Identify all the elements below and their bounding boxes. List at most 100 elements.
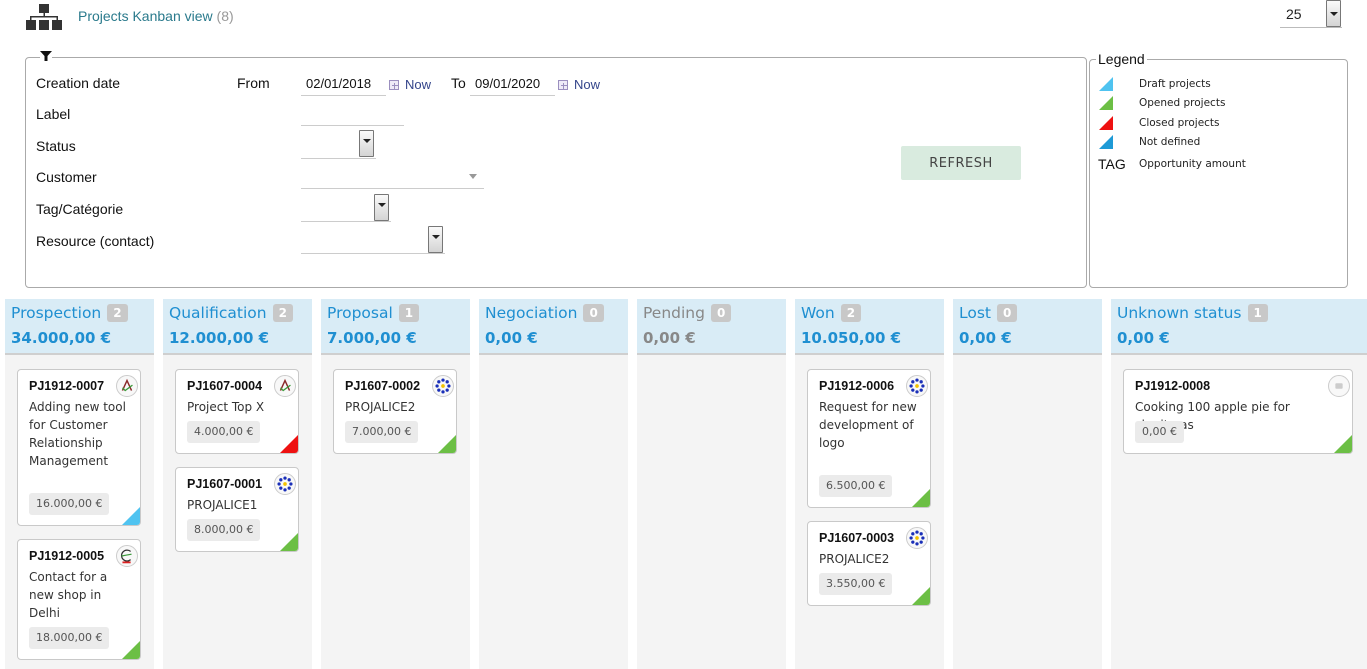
column-name: Proposal — [327, 304, 393, 322]
column-title: Qualification 2 — [169, 304, 293, 322]
project-card[interactable]: PJ1607-0004 Project Top X 4.000,00 € — [175, 369, 299, 454]
customer-logo-stars-icon — [432, 375, 454, 397]
to-date-value: 09/01/2020 — [475, 76, 541, 91]
column-name: Prospection — [11, 304, 102, 322]
column-header: Pending 0 0,00 € — [637, 299, 786, 355]
chevron-down-icon[interactable] — [469, 174, 477, 179]
column-header: Negociation 0 0,00 € — [479, 299, 628, 355]
column-total: 7.000,00 € — [327, 329, 417, 347]
status-corner-opened — [438, 435, 456, 453]
status-label: Status — [36, 138, 76, 154]
column-header: Qualification 2 12.000,00 € — [163, 299, 312, 355]
kanban-column-prospection: Prospection 2 34.000,00 € PJ1912-0007 Adding… — [5, 299, 154, 669]
project-label: Contact for a new shop in Delhi — [29, 570, 108, 620]
customer-logo-stars-icon — [906, 375, 928, 397]
resource-label: Resource (contact) — [36, 233, 155, 249]
column-title: Unknown status 1 — [1117, 304, 1268, 322]
status-corner-opened — [280, 533, 298, 551]
column-title: Won 2 — [801, 304, 862, 322]
project-ref-link[interactable]: PJ1607-0001 — [187, 477, 262, 491]
status-corner-opened — [1334, 435, 1352, 453]
project-card[interactable]: PJ1607-0002 PROJALICE2 7.000,00 € — [333, 369, 457, 454]
from-label: From — [237, 75, 270, 91]
column-total: 0,00 € — [959, 329, 1012, 347]
from-date-value: 02/01/2018 — [306, 76, 372, 91]
legend-triangle-icon — [1099, 135, 1113, 149]
legend-item-label: Not defined — [1139, 136, 1201, 148]
from-now-link[interactable]: Now — [405, 77, 431, 92]
resource-select[interactable] — [301, 226, 445, 254]
column-count-badge: 1 — [1247, 304, 1268, 322]
opportunity-amount-tag: 18.000,00 € — [29, 627, 110, 649]
project-ref-link[interactable]: PJ1912-0008 — [1135, 379, 1210, 393]
page-title-text: Projects Kanban view — [78, 8, 213, 24]
column-name: Qualification — [169, 304, 267, 322]
status-select[interactable] — [301, 130, 376, 159]
column-count-badge: 2 — [272, 304, 293, 322]
legend-item-label: Draft projects — [1139, 78, 1211, 90]
opportunity-amount-tag: 8.000,00 € — [187, 519, 261, 541]
column-count-badge: 0 — [710, 304, 732, 322]
kanban-column-pending: Pending 0 0,00 € — [637, 299, 786, 669]
column-count-badge: 2 — [840, 304, 862, 322]
column-title: Prospection 2 — [11, 304, 128, 322]
project-ref-link[interactable]: PJ1607-0004 — [187, 379, 262, 393]
project-label: Request for new development of logo — [819, 400, 917, 450]
customer-select[interactable] — [301, 169, 484, 189]
kanban-column-qualification: Qualification 2 12.000,00 € PJ1607-0004 Proj… — [163, 299, 312, 669]
opportunity-amount-tag: 4.000,00 € — [187, 421, 261, 443]
column-count-badge: 0 — [997, 304, 1018, 322]
chevron-down-icon[interactable] — [1326, 0, 1341, 27]
legend-tag-label: Opportunity amount — [1139, 158, 1246, 170]
calendar-icon[interactable] — [389, 80, 399, 90]
project-label: PROJALICE1 — [187, 498, 258, 512]
column-header: Proposal 1 7.000,00 € — [321, 299, 470, 355]
column-name: Negociation — [485, 304, 578, 322]
legend-title: Legend — [1096, 51, 1147, 67]
column-total: 0,00 € — [485, 329, 538, 347]
customer-logo-e-icon — [116, 545, 138, 567]
chevron-down-icon[interactable] — [359, 130, 374, 157]
project-card[interactable]: PJ1607-0003 PROJALICE2 3.550,00 € — [807, 521, 931, 606]
customer-logo-stars-icon — [274, 473, 296, 495]
kanban-column-lost: Lost 0 0,00 € — [953, 299, 1102, 669]
project-card[interactable]: PJ1912-0005 Contact for a new shop in Del… — [17, 539, 141, 660]
page-size-select[interactable]: 25 — [1280, 0, 1342, 28]
column-name: Pending — [643, 304, 705, 322]
project-label: PROJALICE2 — [819, 552, 890, 566]
from-date-input[interactable]: 02/01/2018 — [301, 76, 386, 96]
label-label: Label — [36, 106, 71, 122]
project-ref-link[interactable]: PJ1912-0006 — [819, 379, 894, 393]
chevron-down-icon[interactable] — [374, 194, 389, 221]
customer-logo-a-icon — [274, 375, 296, 397]
label-input[interactable] — [301, 106, 404, 126]
page-title: Projects Kanban view (8) — [78, 8, 234, 24]
project-ref-link[interactable]: PJ1607-0003 — [819, 531, 894, 545]
project-card[interactable]: PJ1912-0007 Adding new tool for Customer … — [17, 369, 141, 526]
to-date-input[interactable]: 09/01/2020 — [470, 76, 555, 96]
column-name: Lost — [959, 304, 991, 322]
legend-item-label: Closed projects — [1139, 117, 1220, 129]
project-card[interactable]: PJ1912-0008Cooking 100 apple pie for chr… — [1123, 369, 1353, 454]
kanban-column-unknown-status: Unknown status 1 0,00 € PJ1912-0008 Cooking … — [1111, 299, 1367, 669]
status-corner-draft — [122, 507, 140, 525]
project-card[interactable]: PJ1607-0001 PROJALICE1 8.000,00 € — [175, 467, 299, 552]
project-ref-link[interactable]: PJ1912-0005 — [29, 549, 104, 563]
customer-logo-a-icon — [116, 375, 138, 397]
refresh-button[interactable]: REFRESH — [901, 146, 1021, 180]
column-header: Prospection 2 34.000,00 € — [5, 299, 154, 355]
column-total: 12.000,00 € — [169, 329, 270, 347]
tag-select[interactable] — [301, 194, 391, 222]
project-card[interactable]: PJ1912-0006 Request for new development o… — [807, 369, 931, 508]
project-ref-link[interactable]: PJ1912-0007 — [29, 379, 104, 393]
column-title: Pending 0 — [643, 304, 732, 322]
opportunity-amount-tag: 7.000,00 € — [345, 421, 419, 443]
project-ref-link[interactable]: PJ1607-0002 — [345, 379, 420, 393]
calendar-icon[interactable] — [558, 80, 568, 90]
to-now-link[interactable]: Now — [574, 77, 600, 92]
chevron-down-icon[interactable] — [428, 226, 443, 253]
column-header: Won 2 10.050,00 € — [795, 299, 944, 355]
column-title: Lost 0 — [959, 304, 1018, 322]
to-label: To — [451, 75, 466, 91]
project-label: Project Top X — [187, 400, 265, 414]
